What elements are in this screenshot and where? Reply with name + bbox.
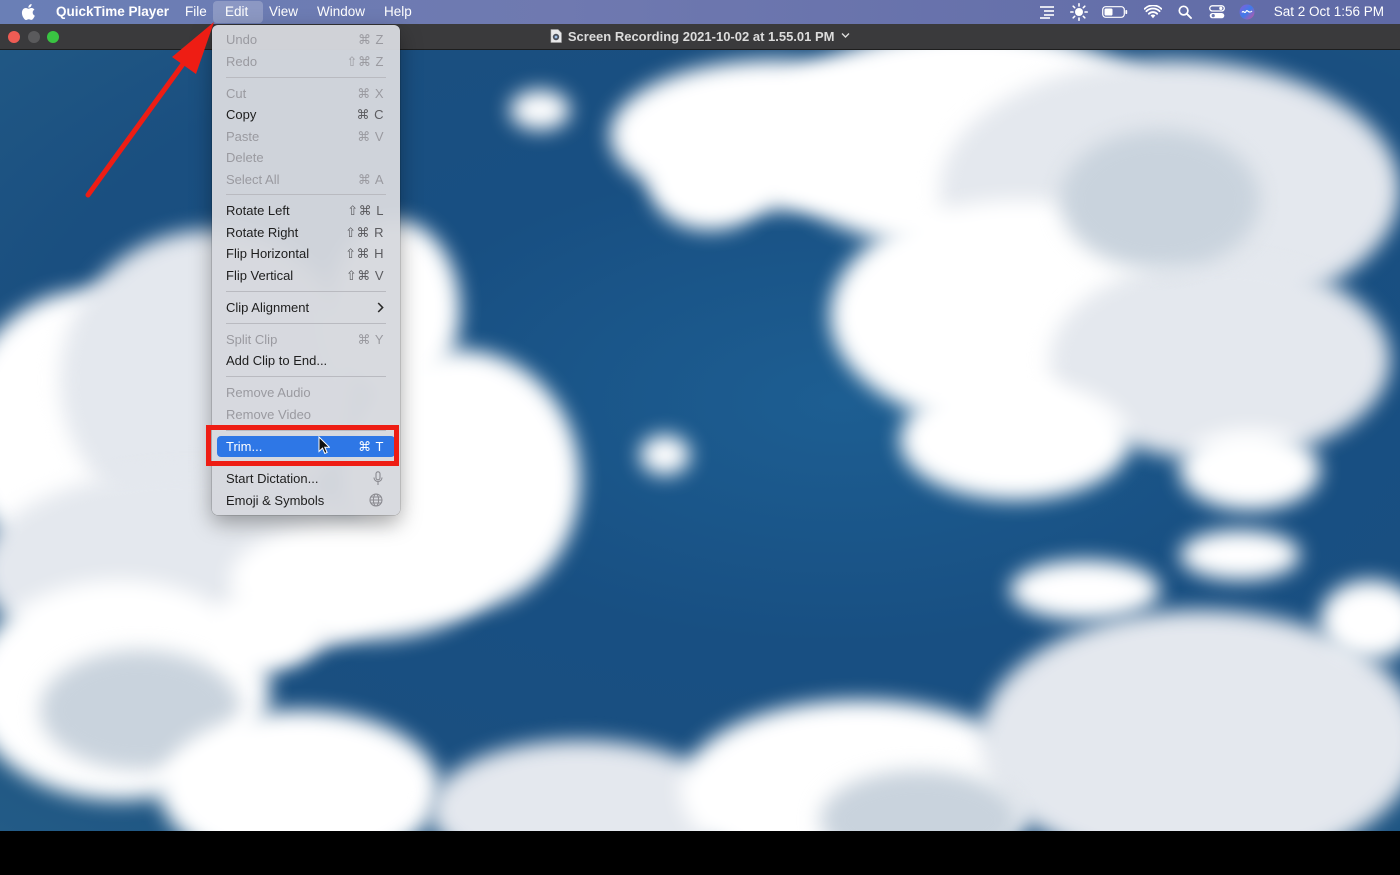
menu-item-redo[interactable]: Redo ⇧⌘ Z xyxy=(217,51,395,72)
highlight-box-trim xyxy=(206,425,399,466)
cloud-shape xyxy=(900,380,1130,500)
cloud-shape xyxy=(640,435,690,475)
menu-item-rotate-left[interactable]: Rotate Left ⇧⌘ L xyxy=(217,200,395,221)
cloud-shape xyxy=(650,140,770,230)
siri-icon[interactable] xyxy=(1238,0,1256,24)
menu-item-remove-video[interactable]: Remove Video xyxy=(217,404,395,425)
text-list-icon[interactable] xyxy=(1038,0,1056,24)
menu-item-emoji-symbols[interactable]: Emoji & Symbols xyxy=(217,490,395,511)
apple-menu-icon[interactable] xyxy=(20,3,36,21)
globe-icon xyxy=(369,493,383,507)
chevron-right-icon xyxy=(377,302,384,313)
menu-item-add-clip-to-end[interactable]: Add Clip to End... xyxy=(217,350,395,371)
menu-separator xyxy=(226,323,386,324)
cloud-shape xyxy=(1180,530,1300,580)
control-center-icon[interactable] xyxy=(1207,0,1227,24)
menu-item-flip-vertical[interactable]: Flip Vertical ⇧⌘ V xyxy=(217,265,395,286)
chevron-down-icon[interactable] xyxy=(841,32,850,39)
menu-item-start-dictation[interactable]: Start Dictation... xyxy=(217,468,395,489)
cloud-shape xyxy=(1060,130,1260,270)
menu-view[interactable]: View xyxy=(261,0,306,24)
menu-item-split-clip[interactable]: Split Clip ⌘ Y xyxy=(217,329,395,350)
wifi-icon[interactable] xyxy=(1143,0,1163,24)
spotlight-search-icon[interactable] xyxy=(1176,0,1194,24)
menu-item-select-all[interactable]: Select All ⌘ A xyxy=(217,169,395,190)
microphone-icon xyxy=(373,471,383,485)
cloud-shape xyxy=(1010,560,1160,620)
movie-document-icon xyxy=(550,26,562,51)
menu-item-undo[interactable]: Undo ⌘ Z xyxy=(217,29,395,50)
menu-separator xyxy=(226,376,386,377)
menu-item-rotate-right[interactable]: Rotate Right ⇧⌘ R xyxy=(217,222,395,243)
brightness-icon[interactable] xyxy=(1069,0,1089,24)
menu-bar-clock[interactable]: Sat 2 Oct 1:56 PM xyxy=(1274,0,1384,24)
mouse-pointer-icon xyxy=(318,436,330,455)
menu-item-delete[interactable]: Delete xyxy=(217,147,395,168)
battery-icon[interactable] xyxy=(1101,0,1129,24)
letterbox-bar xyxy=(0,831,1400,875)
menu-separator xyxy=(226,194,386,195)
menu-bar: QuickTime Player File Edit View Window H… xyxy=(0,0,1400,24)
menu-item-remove-audio[interactable]: Remove Audio xyxy=(217,382,395,403)
menu-item-cut[interactable]: Cut ⌘ X xyxy=(217,83,395,104)
menu-item-copy[interactable]: Copy ⌘ C xyxy=(217,104,395,125)
menu-item-flip-horizontal[interactable]: Flip Horizontal ⇧⌘ H xyxy=(217,243,395,264)
window-title-bar[interactable]: Screen Recording 2021-10-02 at 1.55.01 P… xyxy=(0,24,1400,50)
menu-edit[interactable]: Edit xyxy=(213,1,263,23)
cloud-shape xyxy=(510,90,570,130)
menu-window[interactable]: Window xyxy=(309,0,373,24)
menu-separator xyxy=(226,77,386,78)
menu-item-clip-alignment[interactable]: Clip Alignment xyxy=(217,297,395,318)
menu-help[interactable]: Help xyxy=(376,0,420,24)
cloud-shape xyxy=(1180,430,1320,510)
menu-item-paste[interactable]: Paste ⌘ V xyxy=(217,126,395,147)
app-menu-quicktime[interactable]: QuickTime Player xyxy=(48,0,177,24)
menu-separator xyxy=(226,291,386,292)
window-title-text: Screen Recording 2021-10-02 at 1.55.01 P… xyxy=(567,29,835,44)
window-title[interactable]: Screen Recording 2021-10-02 at 1.55.01 P… xyxy=(0,24,1400,49)
cloud-shape xyxy=(210,590,320,670)
menu-file[interactable]: File xyxy=(177,0,215,24)
